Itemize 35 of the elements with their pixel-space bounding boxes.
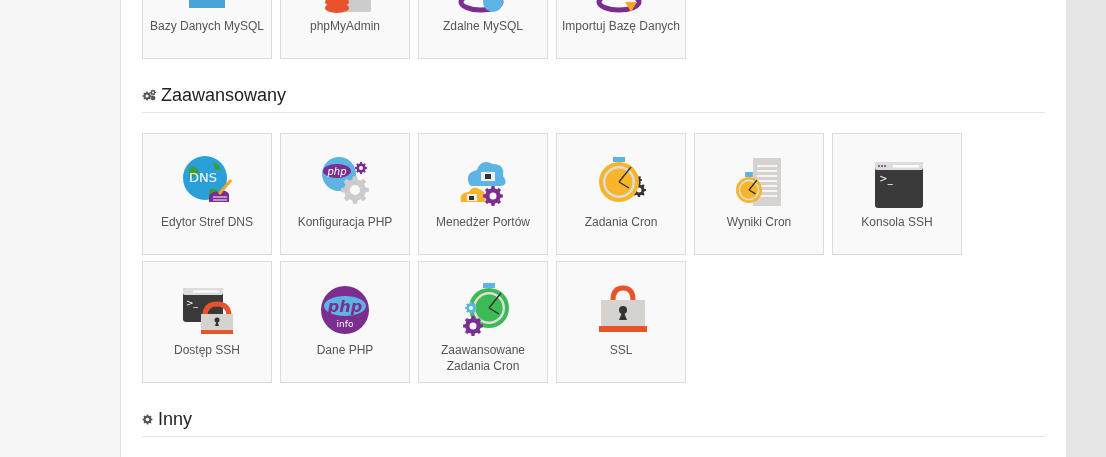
feature-tile[interactable]: Bazy Danych MySQL: [142, 0, 272, 59]
terminal-lock-icon: [183, 288, 233, 334]
globe-pencil-icon: [183, 156, 233, 202]
icon-text: info: [336, 319, 354, 329]
feature-tile[interactable]: Wyniki Cron: [694, 133, 824, 255]
icon-text: >_: [879, 173, 893, 184]
feature-tile[interactable]: SSL: [556, 261, 686, 383]
section-title: Zaawansowany: [161, 84, 287, 107]
section-title: Inny: [158, 408, 193, 431]
padlock-icon: [599, 285, 647, 332]
icon-text: DNS: [189, 170, 217, 185]
php-gears-icon: [322, 157, 369, 204]
feature-tile[interactable]: php Konfiguracja PHP: [280, 133, 410, 255]
feature-tile[interactable]: Importuj Bazę Danych: [556, 0, 686, 59]
database-icon: [325, 0, 371, 13]
feature-tile[interactable]: >_ Dostęp SSH: [142, 261, 272, 383]
feature-tile[interactable]: phpMyAdmin: [280, 0, 410, 59]
stopwatch-gear-icon: [599, 157, 646, 202]
gear-icon: [142, 413, 153, 425]
feature-tile[interactable]: Menedżer Portów: [418, 133, 548, 255]
php-info-icon: [321, 286, 369, 334]
feature-tile[interactable]: Zadania Cron: [556, 133, 686, 255]
feature-tile[interactable]: Zaawansowane Zadania Cron: [418, 261, 548, 383]
cloud-gear-icon: [460, 162, 506, 206]
feature-tile[interactable]: >_ Konsola SSH: [832, 133, 962, 255]
icon-text: php: [327, 166, 347, 177]
document-stopwatch-icon: [736, 158, 781, 206]
feature-tile[interactable]: php info Dane PHP: [280, 261, 410, 383]
stopwatch-gears-icon: [463, 283, 509, 336]
terminal-icon: [875, 162, 923, 208]
gears-icon: [142, 89, 156, 101]
icon-text: php: [327, 297, 363, 316]
feature-tile[interactable]: Zdalne MySQL: [418, 0, 548, 59]
feature-tile[interactable]: DNS Edytor Stref DNS: [142, 133, 272, 255]
icon-text: >_: [186, 298, 198, 308]
